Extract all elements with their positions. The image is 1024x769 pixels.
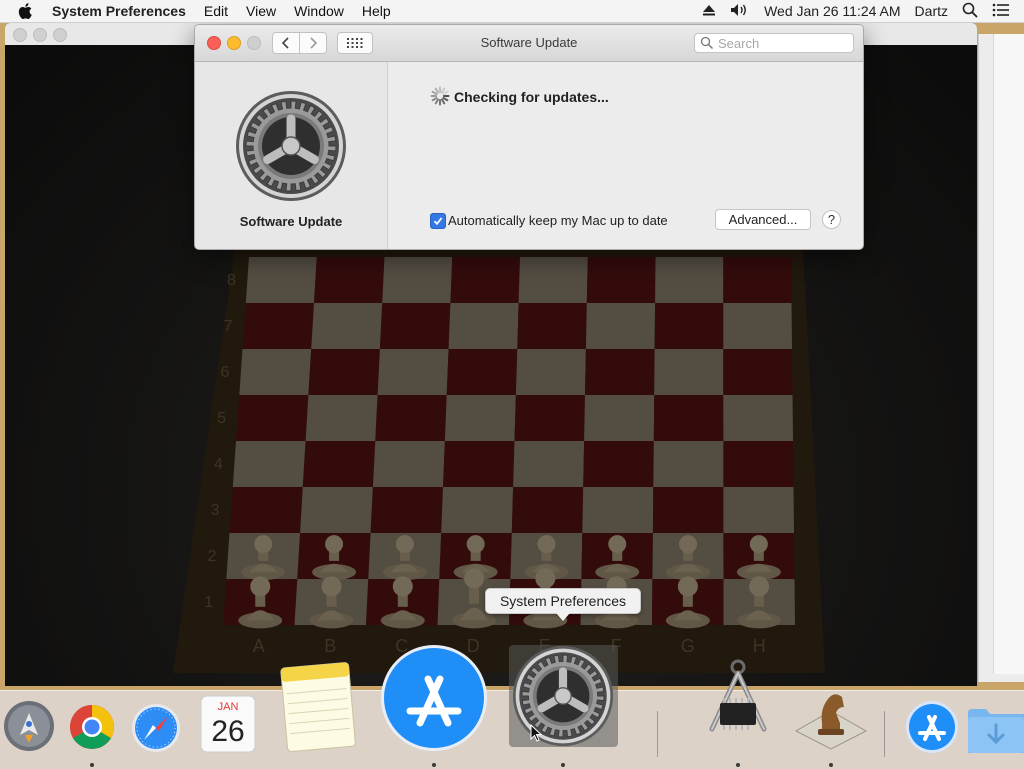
dock-tooltip: System Preferences [485,588,641,614]
auto-update-label[interactable]: Automatically keep my Mac up to date [448,213,668,228]
chess-minimize-button[interactable] [33,28,47,42]
dock-app-store-downloads[interactable] [904,699,960,758]
calendar-icon: JAN 26 [200,695,256,753]
gear-icon [512,645,614,747]
background-window [978,34,1024,682]
rocket-icon [4,701,54,751]
chess-knight-icon [794,694,868,750]
notepad-icon [280,662,356,753]
dock-chrome[interactable] [68,703,116,754]
dock-system-information[interactable] [698,659,778,748]
dock-running-indicator [736,763,740,767]
spotlight-search-icon[interactable] [962,2,978,21]
pane-sidebar: Software Update [195,62,388,249]
menu-edit[interactable]: Edit [204,3,228,19]
dock: JAN 26 [0,645,1024,769]
dock-running-indicator [432,763,436,767]
window-toolbar: Software Update [195,25,863,62]
calendar-day: 26 [211,715,244,748]
dock-running-indicator [829,763,833,767]
volume-icon[interactable] [730,3,750,20]
advanced-button[interactable]: Advanced... [715,209,811,230]
dock-separator [657,711,658,757]
dock-launchpad[interactable] [2,699,56,756]
menu-bar: System Preferences Edit View Window Help… [0,0,1024,23]
control-center-list-icon[interactable] [992,3,1010,20]
auto-update-checkbox[interactable] [430,213,446,229]
dock-notes[interactable] [276,659,362,756]
menu-app-name[interactable]: System Preferences [52,3,186,19]
pane-label: Software Update [239,214,343,229]
apple-icon[interactable] [18,0,38,22]
app-store-icon [381,645,487,751]
calendar-month: JAN [218,701,239,713]
dock-calendar[interactable]: JAN 26 [198,693,258,758]
menu-clock[interactable]: Wed Jan 26 11:24 AM [764,3,900,19]
search-field[interactable] [694,33,854,53]
dock-running-indicator [561,763,565,767]
compass-icon [132,704,180,752]
tooltip-arrow [556,613,570,621]
help-button[interactable]: ? [822,210,841,229]
search-icon [700,36,714,50]
mouse-cursor-icon [530,724,542,742]
dock-safari[interactable] [130,702,182,757]
chip-caliper-icon [709,659,767,732]
menu-help[interactable]: Help [362,3,391,19]
dock-system-preferences[interactable] [509,645,618,747]
update-status: Checking for updates... [454,89,609,105]
dock-chess[interactable] [794,681,868,754]
software-update-window: Software Update Software Update Checking… [194,24,864,250]
software-update-gear-icon [236,91,346,201]
dock-running-indicator [90,763,94,767]
menu-user[interactable]: Dartz [915,3,948,19]
menu-window[interactable]: Window [294,3,344,19]
pane-content: Checking for updates... Automatically ke… [388,62,863,249]
dock-downloads[interactable] [966,705,1024,760]
chess-zoom-button[interactable] [53,28,67,42]
checkmark-icon [433,217,443,226]
progress-spinner-icon [430,86,450,106]
chess-close-button[interactable] [13,28,27,42]
search-input[interactable] [718,35,848,51]
menu-view[interactable]: View [246,3,276,19]
eject-icon[interactable] [702,4,716,19]
app-store-icon [906,701,958,753]
dock-separator [884,711,885,757]
dock-app-store[interactable] [380,643,488,756]
download-folder-icon [968,709,1024,753]
chrome-icon [70,705,114,749]
